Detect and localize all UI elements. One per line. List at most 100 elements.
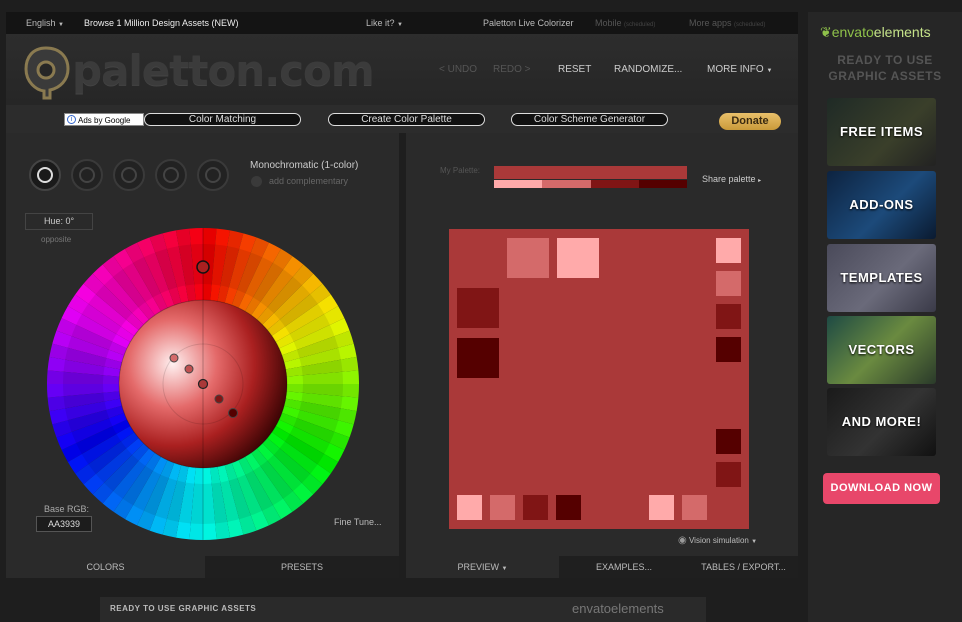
download-now-button[interactable]: DOWNLOAD NOW xyxy=(823,473,940,504)
tile-templates[interactable]: TEMPLATES xyxy=(827,244,936,312)
palette-swatch-dark[interactable] xyxy=(590,180,639,188)
mobile-scheduled-tag: (scheduled) xyxy=(624,22,656,28)
browse-assets-link[interactable]: Browse 1 Million Design Assets (NEW) xyxy=(84,18,239,28)
more-apps-link[interactable]: More apps (scheduled) xyxy=(689,18,765,28)
vision-simulation-menu[interactable]: ◉ Vision simulation ▼ xyxy=(678,535,757,546)
adjacent-dial-icon xyxy=(79,167,95,183)
palette-swatch-darkest[interactable] xyxy=(638,180,687,188)
triad-mode-icon[interactable] xyxy=(113,159,145,191)
paletton-logo[interactable]: paletton.com xyxy=(24,42,375,100)
palette-preview xyxy=(449,229,749,529)
fine-tune-link[interactable]: Fine Tune... xyxy=(334,517,382,527)
tetrad-mode-icon[interactable] xyxy=(155,159,187,191)
top-bar: English ▼ Browse 1 Million Design Assets… xyxy=(6,12,798,34)
tab-examples[interactable]: EXAMPLES... xyxy=(559,556,689,578)
chevron-down-icon: ▼ xyxy=(766,68,773,74)
tab-colors[interactable]: COLORS xyxy=(6,556,205,578)
live-colorizer-link[interactable]: Paletton Live Colorizer xyxy=(483,18,574,28)
logo-suffix: .com xyxy=(264,46,374,95)
tab-preview[interactable]: PREVIEW ▼ xyxy=(406,556,559,578)
leaf-icon: ❦ xyxy=(820,24,832,40)
tile-vectors[interactable]: VECTORS xyxy=(827,316,936,384)
paletton-logo-icon xyxy=(24,46,70,100)
hue-handle[interactable] xyxy=(196,260,210,274)
base-rgb-field[interactable]: AA3939 xyxy=(36,516,92,532)
share-palette-label: Share palette xyxy=(702,174,756,184)
share-palette-link[interactable]: Share palette ▸ xyxy=(702,174,761,184)
mobile-link[interactable]: Mobile (scheduled) xyxy=(595,18,655,28)
tetrad-dial-icon xyxy=(163,167,179,183)
preview-chip-b1 xyxy=(457,495,482,520)
chevron-down-icon: ▼ xyxy=(751,539,758,545)
like-it-label: Like it? xyxy=(366,18,395,28)
donate-button[interactable]: Donate xyxy=(719,113,781,130)
preview-block-darkest xyxy=(457,338,499,378)
more-apps-label: More apps xyxy=(689,18,732,28)
bottom-ad-text: READY TO USE GRAPHIC ASSETS xyxy=(110,604,257,613)
preview-chip-r2 xyxy=(716,271,741,296)
my-palette-label: My Palette: xyxy=(440,166,481,175)
scheme-name: Monochromatic (1-color) xyxy=(250,160,359,171)
mono-mode-icon[interactable] xyxy=(29,159,61,191)
redo-button[interactable]: REDO > xyxy=(493,64,531,75)
preview-block-dark xyxy=(457,288,499,328)
randomize-button[interactable]: RANDOMIZE... xyxy=(614,64,682,75)
lighter-handle-1[interactable] xyxy=(184,364,194,374)
envato-brand-bold: elements xyxy=(873,24,931,40)
reset-button[interactable]: RESET xyxy=(558,64,591,75)
tab-presets[interactable]: PRESETS xyxy=(205,556,399,578)
tile-and-more-label: AND MORE! xyxy=(841,414,922,429)
color-matching-button[interactable]: Color Matching xyxy=(144,113,301,126)
header: paletton.com < UNDO REDO > RESET RANDOMI… xyxy=(6,34,798,105)
more-apps-scheduled-tag: (scheduled) xyxy=(734,22,766,28)
ready-heading: READY TO USE GRAPHIC ASSETS xyxy=(808,52,962,84)
palette-base-swatch[interactable] xyxy=(494,166,687,179)
lighter-handle-2[interactable] xyxy=(169,353,179,363)
free-style-mode-icon[interactable] xyxy=(197,159,229,191)
logo-wordmark: paletton.com xyxy=(72,46,375,95)
triad-dial-icon xyxy=(121,167,137,183)
ready-line-1: READY TO USE xyxy=(837,53,933,67)
scheme-generator-button[interactable]: Color Scheme Generator xyxy=(511,113,668,126)
bottom-brand-logo: envatoelements xyxy=(572,601,664,616)
envato-logo[interactable]: ❦envatoelements xyxy=(820,24,931,41)
gear-icon xyxy=(205,167,221,183)
tile-free-items[interactable]: FREE ITEMS xyxy=(827,98,936,166)
tile-add-ons[interactable]: ADD-ONS xyxy=(827,171,936,239)
color-wheel-panel: Monochromatic (1-color) add complementar… xyxy=(6,133,399,578)
chevron-right-icon: ▸ xyxy=(758,178,762,184)
adjacent-mode-icon[interactable] xyxy=(71,159,103,191)
tile-add-ons-label: ADD-ONS xyxy=(849,197,914,212)
preview-chip-r3 xyxy=(716,304,741,329)
envato-brand-light: envato xyxy=(831,24,874,40)
darker-handle-1[interactable] xyxy=(214,394,224,404)
tile-vectors-label: VECTORS xyxy=(848,342,915,357)
darker-handle-2[interactable] xyxy=(228,408,238,418)
bottom-ad-strip[interactable]: READY TO USE GRAPHIC ASSETS envatoelemen… xyxy=(100,597,706,622)
palette-swatch-light[interactable] xyxy=(542,180,591,188)
preview-chip-b2 xyxy=(490,495,515,520)
color-wheel[interactable] xyxy=(45,226,361,542)
tab-tables-export[interactable]: TABLES / EXPORT... xyxy=(689,556,798,578)
logo-text: paletton xyxy=(72,46,265,95)
tab-preview-label: PREVIEW xyxy=(457,562,500,572)
language-select[interactable]: English ▼ xyxy=(26,18,64,28)
add-complementary-toggle[interactable] xyxy=(251,176,262,187)
envato-sidebar-ad: ❦envatoelements READY TO USE GRAPHIC ASSE… xyxy=(808,12,962,622)
base-color-handle[interactable] xyxy=(197,378,209,390)
create-palette-button[interactable]: Create Color Palette xyxy=(328,113,485,126)
preview-chip-r4 xyxy=(716,337,741,362)
ads-label: Ads by Google xyxy=(78,116,131,125)
ads-by-google[interactable]: i Ads by Google xyxy=(64,113,144,126)
more-info-menu[interactable]: MORE INFO ▼ xyxy=(707,64,772,75)
tile-and-more[interactable]: AND MORE! xyxy=(827,388,936,456)
ready-line-2: GRAPHIC ASSETS xyxy=(828,69,942,83)
undo-button[interactable]: < UNDO xyxy=(439,64,477,75)
tool-buttons-row: i Ads by Google Color Matching Create Col… xyxy=(6,105,798,133)
left-tabs: COLORS PRESETS xyxy=(6,556,399,578)
vision-simulation-label: Vision simulation xyxy=(688,536,749,545)
preview-panel: My Palette: Share palette ▸ ◉ Vision sim… xyxy=(406,133,798,578)
palette-swatch-lightest[interactable] xyxy=(494,180,543,188)
base-rgb-label: Base RGB: xyxy=(44,504,90,514)
like-it-menu[interactable]: Like it? ▼ xyxy=(366,18,403,28)
